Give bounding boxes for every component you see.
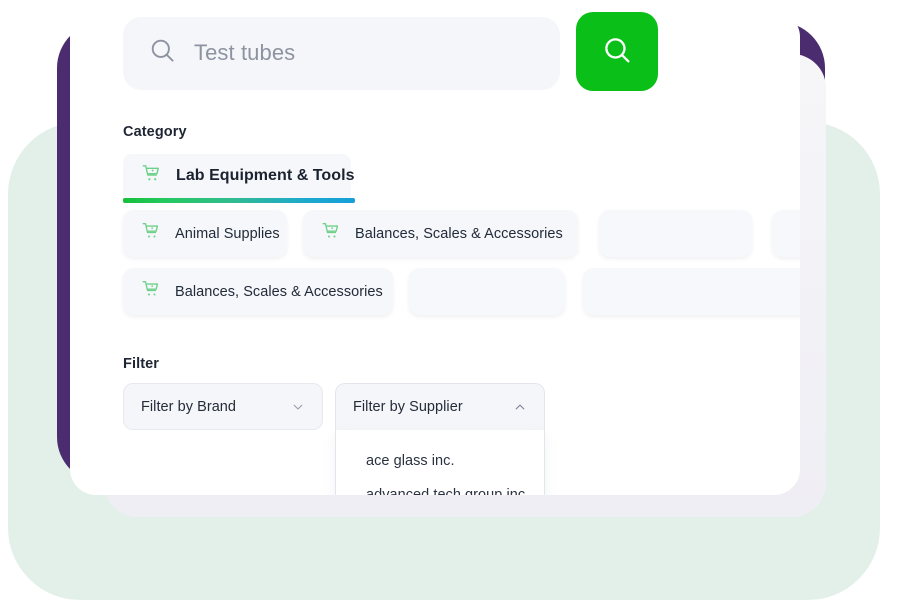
category-active-underline	[123, 198, 355, 203]
category-chip-balances-scales-accessories[interactable]: Balances, Scales & Accessories	[303, 210, 578, 257]
category-chip-label: Animal Supplies	[175, 226, 280, 242]
search-row: Test tubes	[123, 11, 708, 95]
category-chip-row: Animal Supplies Balances, Scales & Acces…	[123, 210, 800, 268]
search-icon	[602, 35, 633, 69]
screenshot-root: Test tubes Category	[0, 0, 900, 601]
category-chip-placeholder[interactable]	[772, 210, 800, 257]
supplier-option-advanced-tech-group-inc[interactable]: advanced tech group inc.	[336, 478, 544, 495]
cart-icon	[141, 279, 161, 304]
category-chip-label: Lab Equipment & Tools	[176, 167, 355, 185]
filter-by-supplier-select[interactable]: Filter by Supplier	[335, 383, 545, 430]
filter-by-supplier-dropdown: ace glass inc. advanced tech group inc.	[335, 430, 545, 495]
search-filter-panel: Test tubes Category	[70, 11, 800, 495]
search-icon	[149, 37, 176, 69]
cart-icon	[141, 221, 161, 246]
cart-icon	[321, 221, 341, 246]
category-chip-label: Balances, Scales & Accessories	[175, 284, 383, 300]
search-input[interactable]: Test tubes	[123, 17, 560, 90]
filter-by-brand-select[interactable]: Filter by Brand	[123, 383, 323, 430]
category-chip-balances-scales-accessories-2[interactable]: Balances, Scales & Accessories	[123, 268, 393, 315]
category-chip-placeholder[interactable]	[599, 210, 752, 257]
filter-by-brand-value: Filter by Brand	[141, 399, 236, 415]
chevron-up-icon	[513, 400, 527, 414]
category-chip-row: Balances, Scales & Accessories	[123, 268, 800, 326]
category-chip-lab-equipment-tools[interactable]: Lab Equipment & Tools	[123, 154, 351, 198]
supplier-option-ace-glass-inc[interactable]: ace glass inc.	[336, 444, 544, 478]
category-chip-placeholder[interactable]	[409, 268, 565, 315]
filter-by-supplier-value: Filter by Supplier	[353, 399, 463, 415]
filter-section-label: Filter	[123, 356, 159, 372]
category-section-label: Category	[123, 124, 187, 140]
category-chip-animal-supplies[interactable]: Animal Supplies	[123, 210, 287, 257]
chevron-down-icon	[291, 400, 305, 414]
category-chip-placeholder[interactable]	[583, 268, 800, 315]
cart-icon	[141, 163, 162, 189]
category-chip-label: Balances, Scales & Accessories	[355, 226, 563, 242]
search-input-placeholder: Test tubes	[194, 40, 295, 66]
search-submit-button[interactable]	[576, 12, 658, 91]
category-chip-row: Lab Equipment & Tools	[123, 154, 800, 210]
category-chip-list: Lab Equipment & Tools	[123, 154, 800, 326]
